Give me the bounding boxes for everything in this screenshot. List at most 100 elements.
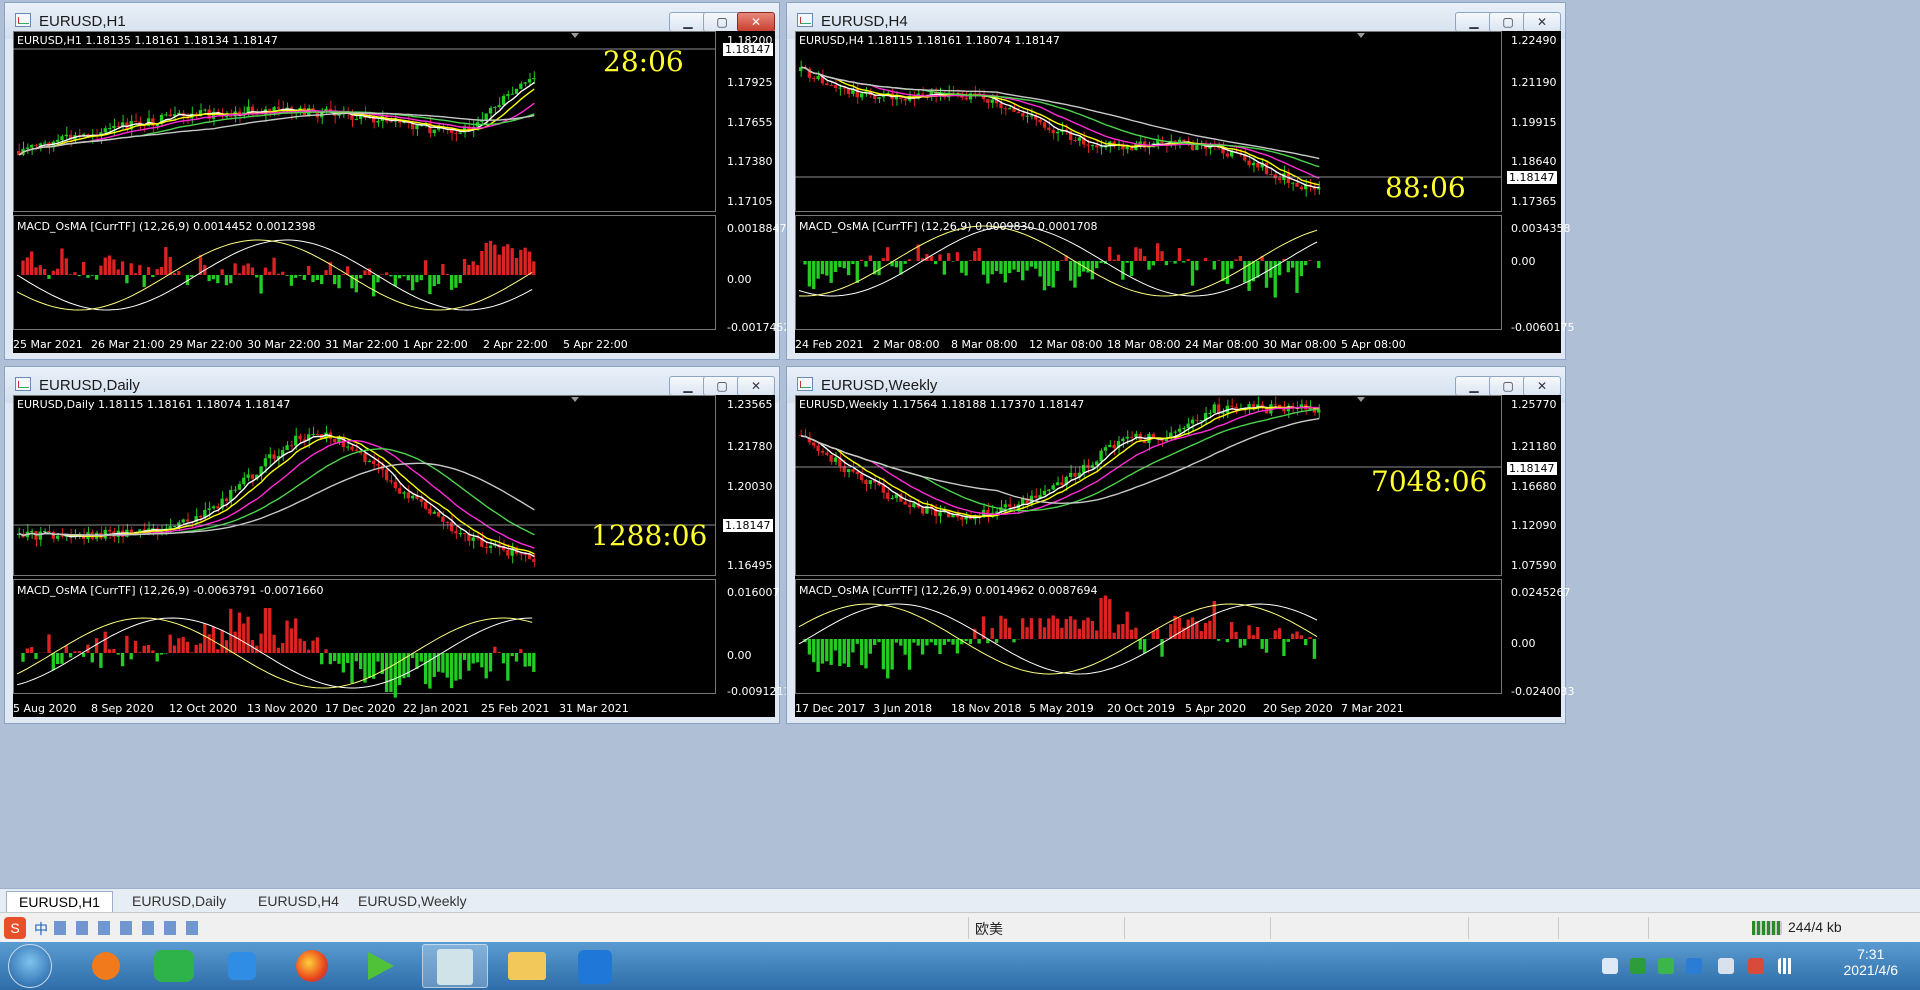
macd-histogram-bar (1125, 261, 1129, 263)
taskbar-app-browser-orange[interactable] (76, 944, 136, 988)
taskbar-app-security[interactable] (562, 944, 628, 988)
taskbar-app-explorer[interactable] (494, 944, 560, 988)
macd-histogram-bar (198, 643, 203, 653)
minimize-button[interactable]: ▁ (1455, 12, 1493, 32)
current-price-label: 1.18147 (723, 519, 773, 532)
macd-histogram-bar (1007, 261, 1012, 274)
macd-histogram-bar (233, 263, 237, 275)
candle-body (454, 132, 458, 134)
macd-histogram-bar (925, 639, 929, 646)
macd-histogram-bar (25, 257, 29, 275)
signal-icon[interactable] (1778, 958, 1794, 974)
tab-eurusd-weekly[interactable]: EURUSD,Weekly (346, 891, 479, 912)
tab-eurusd-h4[interactable]: EURUSD,H4 (246, 891, 351, 912)
minimize-button[interactable]: ▁ (669, 376, 707, 396)
maximize-button[interactable]: ▢ (703, 376, 741, 396)
network-tray-icon[interactable] (1718, 958, 1734, 974)
usb-icon[interactable] (1602, 958, 1618, 974)
ime-logo-icon[interactable]: S (4, 917, 26, 939)
taskbar-app-feishu[interactable] (212, 944, 272, 988)
folder-icon (508, 952, 546, 980)
shield-icon (578, 950, 612, 984)
macd-histogram-bar (881, 639, 886, 670)
close-button[interactable]: ✕ (1523, 376, 1561, 396)
minimize-button[interactable]: ▁ (669, 12, 707, 32)
macd-histogram-bar (903, 639, 907, 655)
chart-window-daily[interactable]: EURUSD,Daily ▁ ▢ ✕ EURUSD,Daily 1.18115 … (4, 366, 790, 724)
candle-body (376, 464, 380, 466)
taskbar-app-wechat[interactable] (144, 944, 204, 988)
taskbar-app-player[interactable] (350, 944, 410, 988)
macd-histogram-bar (467, 653, 471, 671)
macd-histogram-bar (320, 653, 324, 665)
candle-body (1055, 131, 1060, 134)
macd-histogram-bar (994, 261, 999, 272)
chart-area[interactable]: EURUSD,Weekly 1.17564 1.18188 1.17370 1.… (795, 395, 1574, 717)
wechat-tray-icon[interactable] (1658, 958, 1674, 974)
macd-histogram-bar (142, 645, 146, 653)
shield-tray-icon[interactable] (1686, 958, 1702, 974)
candle-body (42, 142, 47, 144)
candle-body (532, 78, 536, 80)
chart-area[interactable]: EURUSD,H4 1.18115 1.18161 1.18074 1.1814… (795, 31, 1574, 353)
macd-histogram-bar (1260, 639, 1264, 649)
date-tick: 24 Feb 2021 (795, 338, 864, 351)
close-button[interactable]: ✕ (1523, 12, 1561, 32)
taskbar-app-trading-terminal[interactable] (422, 944, 488, 988)
macd-histogram-bar (820, 639, 825, 664)
maximize-button[interactable]: ▢ (703, 12, 741, 32)
macd-histogram-bar (816, 261, 820, 279)
tab-eurusd-daily[interactable]: EURUSD,Daily (120, 891, 238, 912)
maximize-button[interactable]: ▢ (1489, 12, 1527, 32)
chart-area[interactable]: EURUSD,Daily 1.18115 1.18161 1.18074 1.1… (13, 395, 790, 717)
indicator-info: MACD_OsMA [CurrTF] (12,26,9) -0.0063791 … (17, 584, 324, 597)
candle-body (172, 526, 177, 528)
macd-histogram-bar (1012, 261, 1016, 270)
ime-mode[interactable]: 中 (34, 919, 48, 939)
macd-histogram-bar (289, 275, 294, 286)
macd-histogram-bar (263, 608, 268, 653)
chart-window-h4[interactable]: EURUSD,H4 ▁ ▢ ✕ EURUSD,H4 1.18115 1.1816… (786, 2, 1574, 360)
security-tray-icon[interactable] (1630, 958, 1646, 974)
chart-window-weekly[interactable]: EURUSD,Weekly ▁ ▢ ✕ EURUSD,Weekly 1.1756… (786, 366, 1574, 724)
price-tick: 1.18640 (1511, 155, 1557, 168)
close-button[interactable]: ✕ (737, 12, 775, 32)
macd-histogram-bar (938, 254, 942, 261)
candle-body (1173, 431, 1177, 433)
taskbar-app-firefox[interactable] (282, 944, 342, 988)
macd-histogram-bar (1156, 628, 1160, 639)
macd-histogram-bar (423, 653, 428, 685)
macd-histogram-bar (333, 275, 337, 285)
macd-histogram-bar (294, 618, 298, 653)
tab-eurusd-h1[interactable]: EURUSD,H1 (6, 891, 113, 912)
macd-histogram-bar (268, 271, 272, 275)
candle-body (907, 504, 912, 508)
status-cell (1468, 917, 1558, 939)
candle-body (350, 446, 354, 450)
date-tick: 31 Mar 22:00 (325, 338, 399, 351)
candle-body (890, 498, 894, 500)
chart-area[interactable]: EURUSD,H1 1.18135 1.18161 1.18134 1.1814… (13, 31, 790, 353)
candle-body (527, 79, 532, 83)
candle-body (363, 453, 367, 462)
close-button[interactable]: ✕ (737, 376, 775, 396)
macd-histogram-bar (833, 639, 838, 651)
date-tick: 20 Sep 2020 (1263, 702, 1333, 715)
macd-histogram-bar (181, 637, 185, 653)
macd-histogram-bar (259, 275, 263, 294)
speaker-muted-icon[interactable] (1748, 958, 1764, 974)
system-clock[interactable]: 7:31 2021/4/6 (1844, 946, 1899, 978)
macd-histogram-bar (1051, 615, 1055, 639)
window-title: EURUSD,H1 (39, 13, 126, 30)
chart-window-h1[interactable]: EURUSD,H1 ▁ ▢ ✕ EURUSD,H1 1.18135 1.1816… (4, 2, 790, 360)
macd-histogram-bar (363, 270, 367, 275)
candle-body (816, 76, 820, 79)
macd-histogram-bar (1160, 639, 1164, 657)
macd-histogram-bar (60, 653, 64, 664)
minimize-button[interactable]: ▁ (1455, 376, 1493, 396)
macd-histogram-bar (346, 653, 350, 663)
candle-body (1290, 182, 1295, 184)
maximize-button[interactable]: ▢ (1489, 376, 1527, 396)
start-button[interactable] (8, 944, 52, 988)
price-tick: 1.16680 (1511, 480, 1557, 493)
